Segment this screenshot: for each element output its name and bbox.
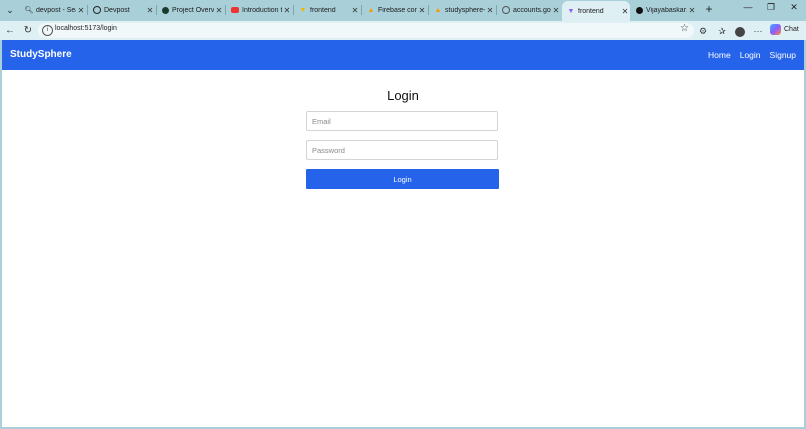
more-options-icon[interactable]: ···	[751, 24, 765, 38]
nav-signup-link[interactable]: Signup	[770, 50, 796, 60]
login-heading: Login	[387, 88, 419, 103]
tab-firebase-console[interactable]: ▲ Firebase cons ✕	[362, 1, 427, 19]
tab-title: Project Overvi	[172, 6, 214, 14]
bookmark-star-icon[interactable]: ☆	[680, 23, 689, 34]
close-window-icon[interactable]: ✕	[783, 2, 805, 13]
profile-avatar-icon[interactable]	[733, 24, 747, 38]
tab-title: Devpost	[104, 6, 130, 14]
login-submit-button[interactable]: Login	[306, 169, 499, 189]
tab-github[interactable]: Vijayabaskar1 ✕	[631, 1, 697, 19]
close-tab-icon[interactable]: ✕	[551, 6, 561, 15]
app-navbar: StudySphere Home Login Signup	[2, 40, 804, 70]
youtube-icon	[231, 7, 239, 13]
copilot-chat-button[interactable]: Chat	[770, 24, 799, 35]
close-tab-icon[interactable]: ✕	[417, 6, 427, 15]
email-field[interactable]	[306, 111, 498, 131]
github-icon	[636, 6, 643, 14]
back-arrow-icon[interactable]: ←	[3, 24, 17, 38]
search-icon: 🔍︎	[24, 7, 34, 14]
tab-frontend-active[interactable]: ▼ frontend ✕	[562, 1, 630, 21]
address-url: localhost:5173/login	[55, 25, 117, 32]
close-tab-icon[interactable]: ✕	[214, 6, 224, 15]
firebase-icon: ▲	[434, 6, 442, 14]
nav-login-link[interactable]: Login	[740, 50, 761, 60]
close-tab-icon[interactable]: ✕	[76, 6, 86, 15]
tab-title: frontend	[578, 7, 604, 15]
tab-devpost-search[interactable]: 🔍︎ devpost - Sear ✕	[20, 1, 86, 19]
tab-frontend[interactable]: ▼ frontend ✕	[294, 1, 360, 19]
tab-title: studysphere-c	[445, 6, 485, 14]
close-tab-icon[interactable]: ✕	[145, 6, 155, 15]
favorites-icon[interactable]: ✰	[715, 24, 729, 38]
firebase-icon: ▲	[367, 6, 375, 14]
extensions-icon[interactable]: ⚙︎	[696, 24, 710, 38]
new-tab-button[interactable]: +	[702, 3, 716, 17]
tab-title: devpost - Sear	[36, 6, 76, 14]
tab-project-overview[interactable]: Project Overvi ✕	[157, 1, 224, 19]
minimize-icon[interactable]: —	[737, 2, 759, 12]
vite-icon: ▼	[567, 7, 575, 15]
close-tab-icon[interactable]: ✕	[687, 6, 697, 15]
site-info-icon[interactable]: i	[42, 25, 53, 36]
password-field[interactable]	[306, 140, 498, 160]
nav-links: Home Login Signup	[708, 50, 796, 60]
page-viewport: StudySphere Home Login Signup Login Logi…	[2, 40, 804, 427]
restore-icon[interactable]: ❐	[760, 2, 782, 13]
close-tab-icon[interactable]: ✕	[620, 7, 630, 16]
nav-home-link[interactable]: Home	[708, 50, 731, 60]
globe-icon	[502, 6, 510, 14]
chat-label: Chat	[784, 26, 799, 33]
devpost-icon	[93, 6, 101, 14]
tab-title: Introduction t	[242, 6, 282, 14]
tab-accounts-google[interactable]: accounts.goog ✕	[497, 1, 561, 19]
tab-title: Firebase cons	[378, 6, 417, 14]
reload-icon[interactable]: ↻	[21, 24, 35, 38]
browser-toolbar: ← ↻ i localhost:5173/login ☆ ⚙︎ ✰ ··· Ch…	[0, 21, 806, 40]
tab-title: Vijayabaskar1	[646, 6, 687, 14]
browser-tab-strip: ⌄ 🔍︎ devpost - Sear ✕ Devpost ✕ Project …	[0, 0, 806, 21]
close-tab-icon[interactable]: ✕	[350, 6, 360, 15]
copilot-icon	[770, 24, 781, 35]
close-tab-icon[interactable]: ✕	[485, 6, 495, 15]
close-tab-icon[interactable]: ✕	[282, 6, 292, 15]
tab-title: accounts.goog	[513, 6, 551, 14]
tab-actions-menu-icon[interactable]: ⌄	[3, 3, 17, 17]
brand-logo-text[interactable]: StudySphere	[10, 49, 72, 60]
project-icon	[162, 6, 169, 14]
tab-introduction[interactable]: Introduction t ✕	[226, 1, 292, 19]
tab-title: frontend	[310, 6, 336, 14]
vite-icon: ▼	[299, 6, 307, 14]
address-bar[interactable]: i localhost:5173/login ☆	[38, 23, 694, 38]
tab-studysphere[interactable]: ▲ studysphere-c ✕	[429, 1, 495, 19]
tab-devpost[interactable]: Devpost ✕	[88, 1, 155, 19]
